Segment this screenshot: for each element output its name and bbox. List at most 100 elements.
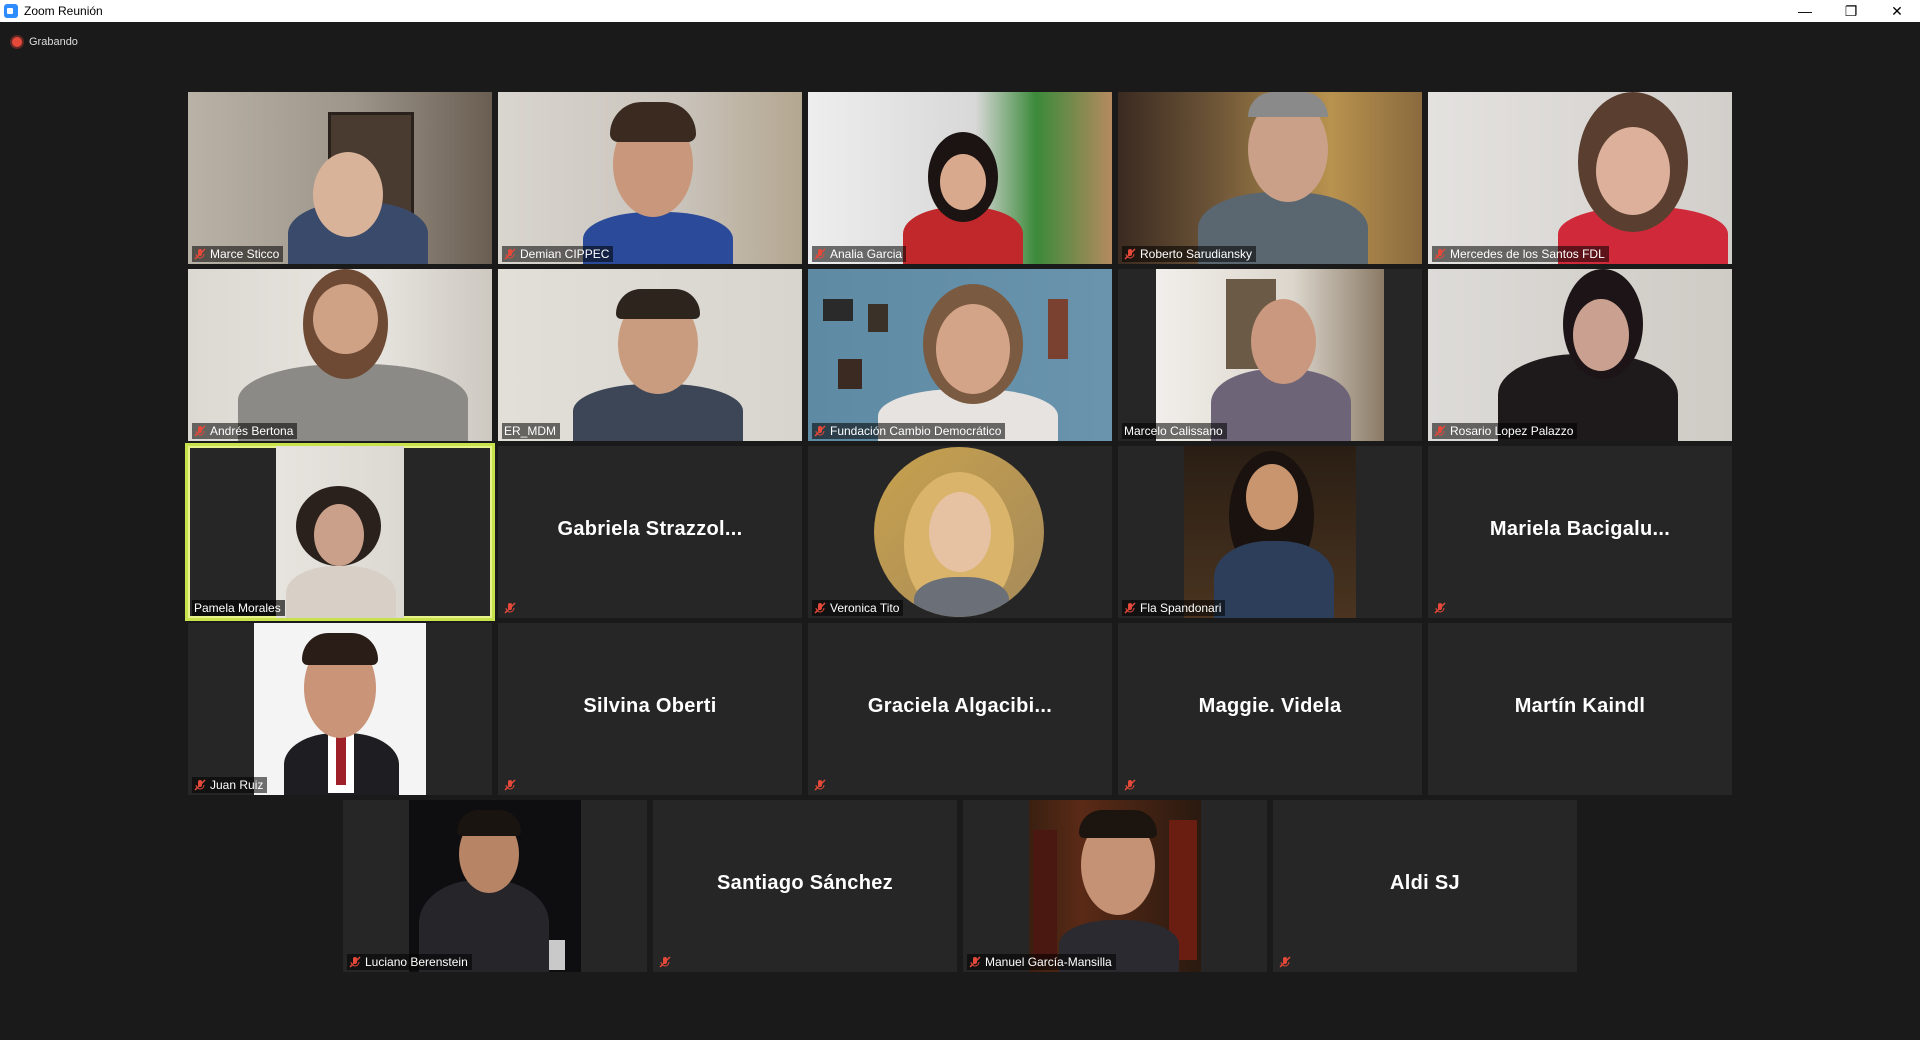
mic-muted-icon [1434,425,1446,437]
participant-name: Demian CIPPEC [520,247,610,261]
participant-name: Mercedes de los Santos FDL [1450,247,1605,261]
participant-display-name: Maggie. Videla [1198,695,1342,717]
participant-tile[interactable]: Maggie. Videla [1118,623,1422,795]
participant-display-name: Martín Kaindl [1514,695,1646,717]
participant-name-label: Analia Garcia [812,246,907,262]
mic-muted-icon [1124,248,1136,260]
minimize-button[interactable]: — [1782,0,1828,22]
participant-tile[interactable]: Mariela Bacigalu... [1428,446,1732,618]
participant-video [188,269,492,441]
participant-video [1428,92,1732,264]
mic-muted-icon [349,956,361,968]
mic-muted-icon [814,779,826,791]
participant-name: Fla Spandonari [1140,601,1222,615]
participant-video [1428,269,1732,441]
participant-name-label: ER_MDM [502,423,561,439]
participant-tile[interactable]: Marcelo Calissano [1118,269,1422,441]
participant-video [498,92,802,264]
mic-muted-icon [194,248,206,260]
mic-muted-icon [1434,248,1446,260]
participant-tile[interactable]: Gabriela Strazzol... [498,446,802,618]
participant-tile[interactable]: ER_MDM [498,269,802,441]
mic-muted-icon [814,425,826,437]
participant-tile[interactable]: Santiago Sánchez [653,800,957,972]
participant-tile[interactable]: Juan Ruiz [188,623,492,795]
participant-tile[interactable]: Veronica Tito [808,446,1112,618]
participant-name-label: Luciano Berenstein [347,954,472,970]
participant-video [808,92,1112,264]
recording-label: Grabando [29,36,78,48]
participant-display-name: Santiago Sánchez [717,872,893,894]
window-title: Zoom Reunión [24,4,103,18]
participant-name-label: Pamela Morales [192,600,285,616]
participant-name-label: Juan Ruiz [192,777,268,793]
mic-muted-icon [1279,956,1291,968]
mic-muted-icon [504,602,516,614]
participant-name: ER_MDM [504,424,557,438]
participant-name: Marce Sticco [210,247,280,261]
participant-display-name: Mariela Bacigalu... [1489,518,1671,540]
restore-button[interactable]: ❐ [1828,0,1874,22]
participant-name: Fundación Cambio Democrático [830,424,1002,438]
participant-name-label: Veronica Tito [812,600,904,616]
participant-tile[interactable]: Marce Sticco [188,92,492,264]
participant-name-label: Rosario Lopez Palazzo [1432,423,1578,439]
participant-tile[interactable]: Luciano Berenstein [343,800,647,972]
participant-name: Roberto Sarudiansky [1140,247,1253,261]
participant-display-name: Gabriela Strazzol... [557,518,743,540]
participant-display-name: Silvina Oberti [583,695,717,717]
participant-video [254,623,426,795]
participant-name: Juan Ruiz [210,778,264,792]
participant-name-label: Mercedes de los Santos FDL [1432,246,1609,262]
participant-name: Pamela Morales [194,601,281,615]
mic-muted-icon [814,602,826,614]
mic-muted-icon [1124,779,1136,791]
participant-video [276,446,404,618]
mic-muted-icon [1124,602,1136,614]
participant-name-label: Marce Sticco [192,246,284,262]
participant-name-label: Marcelo Calissano [1122,423,1227,439]
recording-indicator[interactable]: Grabando [12,36,78,48]
participant-tile[interactable]: Rosario Lopez Palazzo [1428,269,1732,441]
mic-muted-icon [969,956,981,968]
mic-muted-icon [504,248,516,260]
participant-tile[interactable]: Fundación Cambio Democrático [808,269,1112,441]
participant-name: Andrés Bertona [210,424,294,438]
participant-name-label: Fla Spandonari [1122,600,1226,616]
close-button[interactable]: ✕ [1874,0,1920,22]
active-speaker-tile[interactable]: Pamela Morales [185,443,495,621]
participant-tile[interactable]: Roberto Sarudiansky [1118,92,1422,264]
participant-tile[interactable]: Mercedes de los Santos FDL [1428,92,1732,264]
participant-video [498,269,802,441]
participant-tile[interactable]: Fla Spandonari [1118,446,1422,618]
mic-muted-icon [814,248,826,260]
zoom-app-icon [4,4,18,18]
participant-name-label: Manuel García-Mansilla [967,954,1116,970]
participant-tile[interactable]: Graciela Algacibi... [808,623,1112,795]
mic-muted-icon [1434,602,1446,614]
participant-avatar [874,447,1044,617]
participant-name-label: Demian CIPPEC [502,246,614,262]
participant-name-label: Fundación Cambio Democrático [812,423,1006,439]
participant-tile[interactable]: Silvina Oberti [498,623,802,795]
participant-tile[interactable]: Demian CIPPEC [498,92,802,264]
participant-name-label: Andrés Bertona [192,423,298,439]
participant-name: Veronica Tito [830,601,900,615]
participant-name-label: Roberto Sarudiansky [1122,246,1257,262]
mic-muted-icon [194,425,206,437]
window-controls: — ❐ ✕ [1782,0,1920,22]
participant-tile[interactable]: Andrés Bertona [188,269,492,441]
participant-display-name: Graciela Algacibi... [867,695,1053,717]
mic-muted-icon [504,779,516,791]
participant-tile[interactable]: Manuel García-Mansilla [963,800,1267,972]
recording-dot-icon [12,37,22,47]
participant-video [1118,92,1422,264]
participant-tile[interactable]: Analia Garcia [808,92,1112,264]
participant-video [808,269,1112,441]
participant-name: Marcelo Calissano [1124,424,1223,438]
participant-video [1029,800,1201,972]
mic-muted-icon [194,779,206,791]
participant-video [409,800,581,972]
participant-tile[interactable]: Martín Kaindl [1428,623,1732,795]
participant-tile[interactable]: Aldi SJ [1273,800,1577,972]
